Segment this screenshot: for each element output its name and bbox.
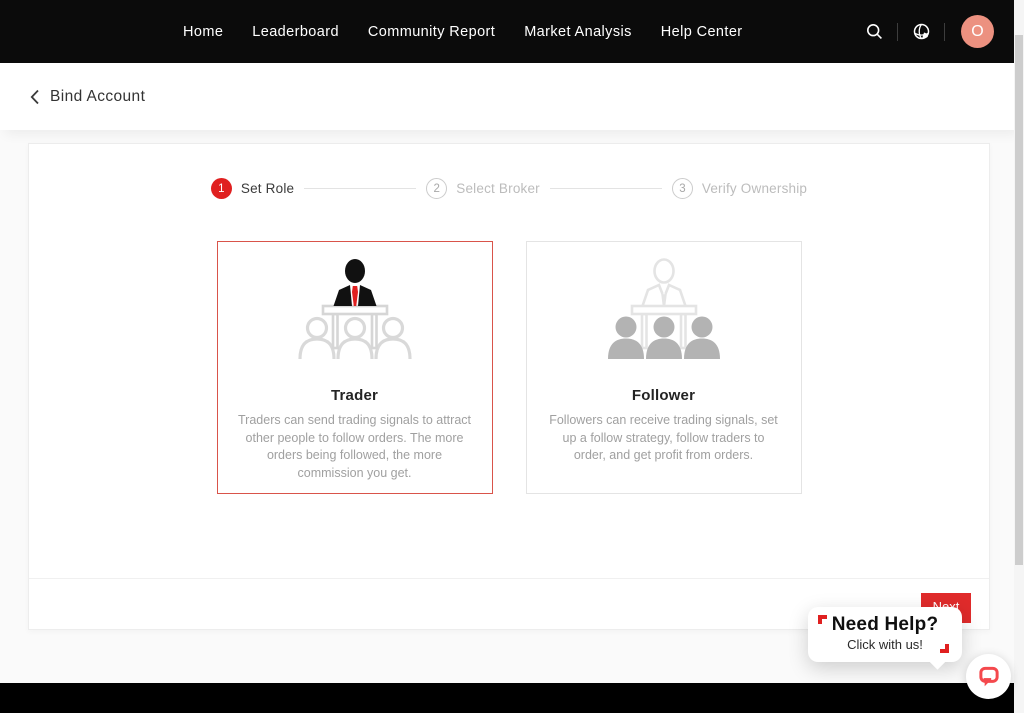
role-desc-follower: Followers can receive trading signals, s…	[547, 412, 781, 465]
page-footer	[0, 683, 1014, 713]
back-link[interactable]: Bind Account	[30, 88, 145, 106]
step-verify-ownership: 3 Verify Ownership	[672, 178, 807, 199]
step-1-label: Set Role	[241, 181, 294, 196]
chevron-left-icon	[30, 89, 40, 105]
role-cards: Trader Traders can send trading signals …	[29, 241, 989, 494]
nav-divider	[944, 23, 945, 41]
role-title-trader: Trader	[218, 387, 492, 404]
breadcrumb-bar: Bind Account	[0, 63, 1024, 130]
step-2-badge: 2	[426, 178, 447, 199]
role-title-follower: Follower	[527, 387, 801, 404]
user-avatar[interactable]: O	[961, 15, 994, 48]
scrollbar-thumb[interactable]	[1015, 35, 1023, 565]
red-corner-mark-icon	[940, 644, 949, 653]
page-title: Bind Account	[50, 88, 145, 106]
nav-item-market-analysis[interactable]: Market Analysis	[524, 24, 632, 40]
tooltip-tail	[928, 651, 946, 669]
need-help-tooltip[interactable]: Need Help? Click with us!	[808, 607, 962, 662]
nav-item-home[interactable]: Home	[183, 24, 223, 40]
nav-divider	[897, 23, 898, 41]
search-icon[interactable]	[859, 17, 889, 47]
stepper-connector	[550, 188, 662, 189]
red-corner-mark-icon	[818, 615, 827, 624]
chat-bubble-icon	[976, 664, 1002, 690]
step-3-label: Verify Ownership	[702, 181, 807, 196]
top-nav: Home Leaderboard Community Report Market…	[0, 0, 1014, 63]
stepper-connector	[304, 188, 416, 189]
vertical-scrollbar	[1014, 0, 1024, 713]
role-desc-trader: Traders can send trading signals to attr…	[238, 412, 472, 482]
nav-item-help-center[interactable]: Help Center	[661, 24, 743, 40]
step-2-label: Select Broker	[456, 181, 540, 196]
help-title: Need Help?	[808, 614, 962, 636]
role-card-follower[interactable]: Follower Followers can receive trading s…	[526, 241, 802, 494]
step-set-role: 1 Set Role	[211, 178, 294, 199]
nav-right-group: O	[859, 15, 994, 48]
bind-account-panel: 1 Set Role 2 Select Broker 3 Verify Owne…	[28, 143, 990, 630]
nav-item-leaderboard[interactable]: Leaderboard	[252, 24, 339, 40]
help-subtitle: Click with us!	[808, 637, 962, 652]
nav-item-community-report[interactable]: Community Report	[368, 24, 495, 40]
step-3-badge: 3	[672, 178, 693, 199]
trader-speaker-icon	[218, 256, 492, 378]
step-1-badge: 1	[211, 178, 232, 199]
language-globe-icon[interactable]	[906, 17, 936, 47]
follower-audience-icon	[527, 256, 801, 378]
nav-menu: Home Leaderboard Community Report Market…	[183, 24, 743, 40]
stepper: 1 Set Role 2 Select Broker 3 Verify Owne…	[29, 178, 989, 199]
role-card-trader[interactable]: Trader Traders can send trading signals …	[217, 241, 493, 494]
livechat-button[interactable]	[966, 654, 1011, 699]
step-select-broker: 2 Select Broker	[426, 178, 540, 199]
